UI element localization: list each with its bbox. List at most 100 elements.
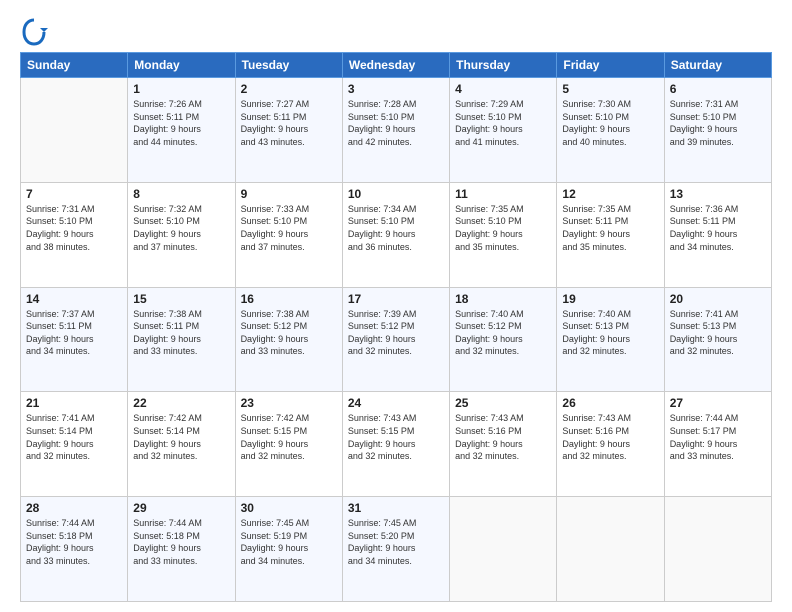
calendar-cell: 18 Sunrise: 7:40 AM Sunset: 5:12 PM Dayli… <box>450 287 557 392</box>
calendar-cell: 14 Sunrise: 7:37 AM Sunset: 5:11 PM Dayli… <box>21 287 128 392</box>
cell-text: Sunrise: 7:35 AM Sunset: 5:11 PM Dayligh… <box>562 203 658 253</box>
calendar-cell: 13 Sunrise: 7:36 AM Sunset: 5:11 PM Dayli… <box>664 182 771 287</box>
cell-text: Sunrise: 7:42 AM Sunset: 5:14 PM Dayligh… <box>133 412 229 462</box>
calendar-week-row: 7 Sunrise: 7:31 AM Sunset: 5:10 PM Daylig… <box>21 182 772 287</box>
cell-text: Sunrise: 7:29 AM Sunset: 5:10 PM Dayligh… <box>455 98 551 148</box>
day-number: 25 <box>455 396 551 410</box>
calendar-week-row: 28 Sunrise: 7:44 AM Sunset: 5:18 PM Dayli… <box>21 497 772 602</box>
cell-text: Sunrise: 7:31 AM Sunset: 5:10 PM Dayligh… <box>670 98 766 148</box>
day-header-wednesday: Wednesday <box>342 53 449 78</box>
day-number: 20 <box>670 292 766 306</box>
cell-text: Sunrise: 7:28 AM Sunset: 5:10 PM Dayligh… <box>348 98 444 148</box>
calendar-cell: 9 Sunrise: 7:33 AM Sunset: 5:10 PM Daylig… <box>235 182 342 287</box>
day-header-saturday: Saturday <box>664 53 771 78</box>
calendar-cell: 8Sunrise: 7:32 AM Sunset: 5:10 PM Daylig… <box>128 182 235 287</box>
day-header-friday: Friday <box>557 53 664 78</box>
day-number: 7 <box>26 187 122 201</box>
calendar-cell <box>557 497 664 602</box>
day-number: 6 <box>670 82 766 96</box>
cell-text: Sunrise: 7:43 AM Sunset: 5:15 PM Dayligh… <box>348 412 444 462</box>
logo <box>20 18 52 46</box>
calendar-cell: 31Sunrise: 7:45 AM Sunset: 5:20 PM Dayli… <box>342 497 449 602</box>
calendar-cell: 6 Sunrise: 7:31 AM Sunset: 5:10 PM Daylig… <box>664 78 771 183</box>
day-number: 13 <box>670 187 766 201</box>
day-number: 8 <box>133 187 229 201</box>
day-number: 30 <box>241 501 337 515</box>
day-number: 18 <box>455 292 551 306</box>
day-number: 16 <box>241 292 337 306</box>
cell-text: Sunrise: 7:45 AM Sunset: 5:20 PM Dayligh… <box>348 517 444 567</box>
cell-text: Sunrise: 7:40 AM Sunset: 5:13 PM Dayligh… <box>562 308 658 358</box>
calendar-cell: 7 Sunrise: 7:31 AM Sunset: 5:10 PM Daylig… <box>21 182 128 287</box>
calendar-header-row: SundayMondayTuesdayWednesdayThursdayFrid… <box>21 53 772 78</box>
day-number: 17 <box>348 292 444 306</box>
calendar-cell: 20 Sunrise: 7:41 AM Sunset: 5:13 PM Dayli… <box>664 287 771 392</box>
cell-text: Sunrise: 7:44 AM Sunset: 5:17 PM Dayligh… <box>670 412 766 462</box>
day-header-sunday: Sunday <box>21 53 128 78</box>
day-number: 3 <box>348 82 444 96</box>
calendar-cell: 1Sunrise: 7:26 AM Sunset: 5:11 PM Daylig… <box>128 78 235 183</box>
calendar-cell: 17 Sunrise: 7:39 AM Sunset: 5:12 PM Dayli… <box>342 287 449 392</box>
cell-text: Sunrise: 7:37 AM Sunset: 5:11 PM Dayligh… <box>26 308 122 358</box>
calendar-cell: 11 Sunrise: 7:35 AM Sunset: 5:10 PM Dayli… <box>450 182 557 287</box>
calendar-cell: 29 Sunrise: 7:44 AM Sunset: 5:18 PM Dayli… <box>128 497 235 602</box>
cell-text: Sunrise: 7:42 AM Sunset: 5:15 PM Dayligh… <box>241 412 337 462</box>
cell-text: Sunrise: 7:26 AM Sunset: 5:11 PM Dayligh… <box>133 98 229 148</box>
day-number: 5 <box>562 82 658 96</box>
page: SundayMondayTuesdayWednesdayThursdayFrid… <box>0 0 792 612</box>
cell-text: Sunrise: 7:34 AM Sunset: 5:10 PM Dayligh… <box>348 203 444 253</box>
day-number: 27 <box>670 396 766 410</box>
cell-text: Sunrise: 7:38 AM Sunset: 5:11 PM Dayligh… <box>133 308 229 358</box>
day-number: 12 <box>562 187 658 201</box>
calendar-cell: 23Sunrise: 7:42 AM Sunset: 5:15 PM Dayli… <box>235 392 342 497</box>
calendar-cell <box>450 497 557 602</box>
cell-text: Sunrise: 7:44 AM Sunset: 5:18 PM Dayligh… <box>133 517 229 567</box>
calendar: SundayMondayTuesdayWednesdayThursdayFrid… <box>20 52 772 602</box>
calendar-cell: 24 Sunrise: 7:43 AM Sunset: 5:15 PM Dayli… <box>342 392 449 497</box>
cell-text: Sunrise: 7:44 AM Sunset: 5:18 PM Dayligh… <box>26 517 122 567</box>
day-number: 4 <box>455 82 551 96</box>
calendar-cell: 26Sunrise: 7:43 AM Sunset: 5:16 PM Dayli… <box>557 392 664 497</box>
calendar-cell: 3 Sunrise: 7:28 AM Sunset: 5:10 PM Daylig… <box>342 78 449 183</box>
day-number: 29 <box>133 501 229 515</box>
calendar-cell: 4 Sunrise: 7:29 AM Sunset: 5:10 PM Daylig… <box>450 78 557 183</box>
day-number: 14 <box>26 292 122 306</box>
cell-text: Sunrise: 7:40 AM Sunset: 5:12 PM Dayligh… <box>455 308 551 358</box>
cell-text: Sunrise: 7:31 AM Sunset: 5:10 PM Dayligh… <box>26 203 122 253</box>
day-number: 24 <box>348 396 444 410</box>
cell-text: Sunrise: 7:45 AM Sunset: 5:19 PM Dayligh… <box>241 517 337 567</box>
calendar-cell: 15 Sunrise: 7:38 AM Sunset: 5:11 PM Dayli… <box>128 287 235 392</box>
calendar-cell <box>664 497 771 602</box>
day-number: 28 <box>26 501 122 515</box>
day-number: 11 <box>455 187 551 201</box>
cell-text: Sunrise: 7:33 AM Sunset: 5:10 PM Dayligh… <box>241 203 337 253</box>
day-number: 19 <box>562 292 658 306</box>
cell-text: Sunrise: 7:39 AM Sunset: 5:12 PM Dayligh… <box>348 308 444 358</box>
day-number: 10 <box>348 187 444 201</box>
calendar-cell: 19 Sunrise: 7:40 AM Sunset: 5:13 PM Dayli… <box>557 287 664 392</box>
cell-text: Sunrise: 7:36 AM Sunset: 5:11 PM Dayligh… <box>670 203 766 253</box>
day-header-tuesday: Tuesday <box>235 53 342 78</box>
calendar-cell: 28 Sunrise: 7:44 AM Sunset: 5:18 PM Dayli… <box>21 497 128 602</box>
calendar-cell: 12 Sunrise: 7:35 AM Sunset: 5:11 PM Dayli… <box>557 182 664 287</box>
day-number: 2 <box>241 82 337 96</box>
calendar-week-row: 21Sunrise: 7:41 AM Sunset: 5:14 PM Dayli… <box>21 392 772 497</box>
cell-text: Sunrise: 7:38 AM Sunset: 5:12 PM Dayligh… <box>241 308 337 358</box>
day-header-thursday: Thursday <box>450 53 557 78</box>
calendar-cell: 27 Sunrise: 7:44 AM Sunset: 5:17 PM Dayli… <box>664 392 771 497</box>
calendar-cell: 10 Sunrise: 7:34 AM Sunset: 5:10 PM Dayli… <box>342 182 449 287</box>
calendar-week-row: 14 Sunrise: 7:37 AM Sunset: 5:11 PM Dayli… <box>21 287 772 392</box>
cell-text: Sunrise: 7:41 AM Sunset: 5:13 PM Dayligh… <box>670 308 766 358</box>
day-header-monday: Monday <box>128 53 235 78</box>
day-number: 21 <box>26 396 122 410</box>
calendar-cell: 22Sunrise: 7:42 AM Sunset: 5:14 PM Dayli… <box>128 392 235 497</box>
calendar-cell <box>21 78 128 183</box>
day-number: 15 <box>133 292 229 306</box>
cell-text: Sunrise: 7:43 AM Sunset: 5:16 PM Dayligh… <box>562 412 658 462</box>
calendar-cell: 25Sunrise: 7:43 AM Sunset: 5:16 PM Dayli… <box>450 392 557 497</box>
day-number: 9 <box>241 187 337 201</box>
logo-icon <box>20 18 48 46</box>
header <box>20 18 772 46</box>
cell-text: Sunrise: 7:35 AM Sunset: 5:10 PM Dayligh… <box>455 203 551 253</box>
calendar-cell: 16 Sunrise: 7:38 AM Sunset: 5:12 PM Dayli… <box>235 287 342 392</box>
